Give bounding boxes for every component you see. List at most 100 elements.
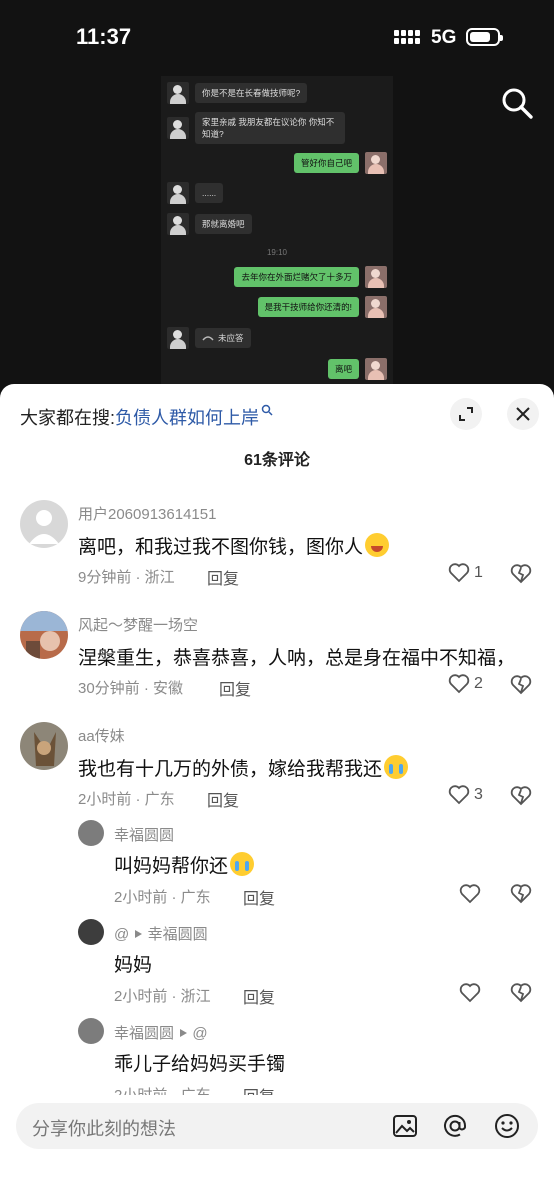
chat-screenshot: 你是不是在长春做技师呢? 家里亲戚 我朋友都在议论你 你知不知道? 管好你自己吧…: [161, 76, 393, 386]
reply-text: 妈妈: [114, 955, 153, 976]
chat-bubble: 去年你在外面烂赌欠了十多万: [234, 267, 359, 287]
chat-message: 去年你在外面烂赌欠了十多万: [234, 266, 387, 288]
video-area[interactable]: 11:37 5G 你是不是在长春做技师呢? 家里亲戚 我朋友都在议论你 你知不知…: [0, 0, 554, 400]
like-count: 3: [474, 786, 483, 803]
status-bar: 11:37 5G: [0, 0, 554, 72]
dislike-heart-icon[interactable]: [510, 564, 532, 584]
phone-icon: [202, 336, 214, 341]
dislike-heart-icon[interactable]: [510, 983, 532, 1003]
comment-meta: 9分钟前 · 浙江: [78, 569, 175, 586]
reply-text: 叫妈妈帮你还: [114, 851, 255, 878]
close-button[interactable]: [507, 398, 539, 430]
comment-author[interactable]: 风起～梦醒一场空: [78, 614, 198, 635]
chat-bubble: 离吧: [327, 359, 359, 379]
chat-bubble: 管好你自己吧: [293, 153, 359, 173]
avatar[interactable]: [20, 500, 68, 548]
reply-button[interactable]: 回复: [219, 676, 251, 700]
dislike-heart-icon[interactable]: [510, 884, 532, 904]
avatar: [167, 182, 189, 204]
chat-message: 未应答: [167, 327, 251, 349]
at-icon[interactable]: [442, 1113, 468, 1139]
expand-icon: [459, 407, 473, 421]
close-icon: [516, 407, 530, 421]
reply-button[interactable]: 回复: [207, 787, 239, 811]
like-count: 1: [474, 564, 483, 581]
expand-button[interactable]: [450, 398, 482, 430]
avatar[interactable]: [78, 1018, 104, 1044]
reply-meta: 2小时前 · 浙江: [114, 988, 211, 1005]
chat-message: 那就离婚吧: [167, 213, 252, 235]
chat-bubble: 家里亲戚 我朋友都在议论你 你知不知道?: [195, 112, 345, 144]
status-time: 11:37: [76, 24, 132, 49]
like-button[interactable]: 3: [448, 785, 483, 805]
chat-bubble: 是我干技师给你还清的!: [257, 297, 359, 317]
chat-message: 离吧: [327, 358, 387, 380]
avatar[interactable]: [20, 722, 68, 770]
avatar: [167, 327, 189, 349]
search-suggestion[interactable]: 大家都在搜:负债人群如何上岸: [20, 404, 273, 430]
image-icon[interactable]: [392, 1113, 418, 1139]
network-label: 5G: [431, 27, 457, 48]
reply-author[interactable]: @ 幸福圆圆: [114, 923, 208, 944]
chat-bubble: 那就离婚吧: [195, 214, 252, 234]
chat-message: 你是不是在长春做技师呢?: [167, 82, 308, 104]
search-prefix: 大家都在搜:: [20, 408, 116, 428]
comment-author[interactable]: 用户2060913614151: [78, 503, 216, 524]
chat-timestamp: 19:10: [266, 248, 288, 257]
comment-meta: 2小时前 · 广东: [78, 791, 175, 808]
comment-author[interactable]: aa传妹: [78, 725, 125, 746]
chat-bubble: 你是不是在长春做技师呢?: [195, 83, 308, 103]
comment-input[interactable]: 分享你此刻的想法: [16, 1103, 538, 1149]
dislike-heart-icon[interactable]: [510, 675, 532, 695]
avatar[interactable]: [78, 820, 104, 846]
comment-text: 离吧，和我过我不图你钱，图你人: [78, 532, 390, 559]
heart-icon: [448, 674, 470, 694]
battery-icon: [466, 28, 503, 46]
heart-icon[interactable]: [459, 983, 481, 1003]
search-icon[interactable]: [500, 86, 534, 120]
like-button[interactable]: 1: [448, 563, 483, 583]
heart-icon: [448, 785, 470, 805]
chat-message: 管好你自己吧: [293, 152, 387, 174]
like-button[interactable]: 2: [448, 674, 483, 694]
missed-call-bubble: 未应答: [195, 328, 251, 348]
comment-meta: 30分钟前 · 安徽: [78, 680, 184, 697]
comment-text: 涅槃重生，恭喜恭喜，人呐，总是身在福中不知福，: [78, 648, 516, 669]
reply-button[interactable]: 回复: [243, 984, 275, 1008]
laugh-emoji: [365, 533, 390, 557]
comment-input-bar: 分享你此刻的想法: [0, 1095, 554, 1200]
avatar[interactable]: [20, 611, 68, 659]
avatar[interactable]: [78, 919, 104, 945]
reply-arrow-icon: [135, 930, 143, 938]
avatar: [365, 296, 387, 318]
dislike-heart-icon[interactable]: [510, 786, 532, 806]
avatar: [167, 82, 189, 104]
signal-icon: [394, 30, 420, 44]
avatar: [167, 213, 189, 235]
reply-author[interactable]: 幸福圆圆: [114, 824, 174, 845]
comment-count: 61条评论: [244, 452, 310, 469]
chat-message: 是我干技师给你还清的!: [257, 296, 387, 318]
like-count: 2: [474, 675, 483, 692]
reply-button[interactable]: 回复: [243, 885, 275, 909]
search-icon: [261, 404, 273, 416]
reply-arrow-icon: [180, 1029, 188, 1037]
chat-bubble-text: 未应答: [218, 333, 244, 343]
chat-message: 家里亲戚 我朋友都在议论你 你知不知道?: [167, 112, 345, 144]
avatar: [365, 358, 387, 380]
cry-emoji: [384, 755, 409, 779]
cry-emoji: [230, 852, 255, 876]
comment-text: 我也有十几万的外债，嫁给我帮我还: [78, 754, 409, 781]
heart-icon: [448, 563, 470, 583]
avatar: [167, 117, 189, 139]
chat-bubble: ......: [195, 183, 224, 203]
reply-author[interactable]: 幸福圆圆 @: [114, 1022, 208, 1043]
reply-button[interactable]: 回复: [207, 565, 239, 589]
input-placeholder: 分享你此刻的想法: [32, 1119, 176, 1139]
heart-icon[interactable]: [459, 884, 481, 904]
reply-meta: 2小时前 · 广东: [114, 889, 211, 906]
avatar: [365, 152, 387, 174]
emoji-icon[interactable]: [494, 1113, 520, 1139]
search-query-link[interactable]: 负债人群如何上岸: [115, 408, 259, 428]
reply-text: 乖儿子给妈妈买手镯: [114, 1054, 286, 1075]
